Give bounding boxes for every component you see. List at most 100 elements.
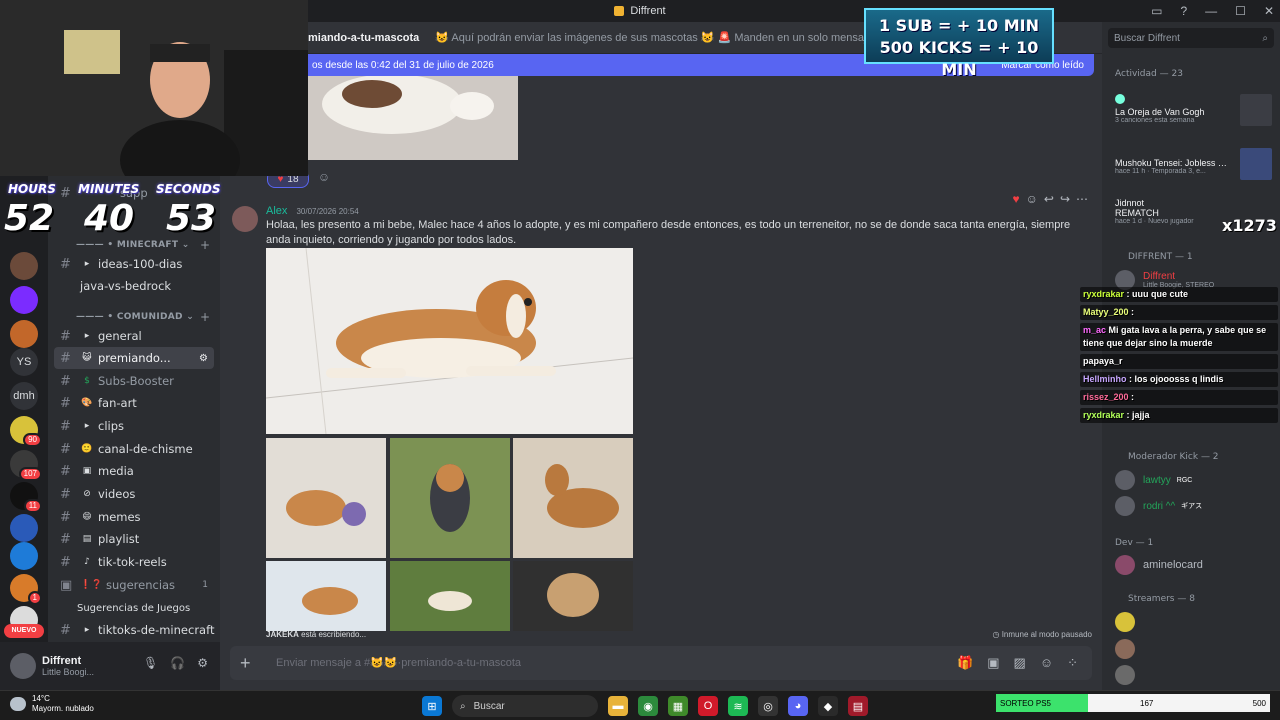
- attachment-image[interactable]: [513, 438, 633, 558]
- server-icon[interactable]: 1: [10, 574, 42, 605]
- apps-icon[interactable]: ⁘: [1067, 655, 1078, 671]
- channel-premiando-a-tu-mascota[interactable]: # 😺 premiando... ⚙: [54, 347, 214, 369]
- server-icon[interactable]: 90: [10, 416, 42, 447]
- avatar[interactable]: [10, 653, 36, 679]
- member-streamer[interactable]: [1115, 639, 1275, 659]
- avatar[interactable]: [232, 206, 258, 232]
- help-icon[interactable]: ?: [1180, 4, 1187, 18]
- server-icon[interactable]: [10, 514, 38, 542]
- webcam-feed: [0, 0, 308, 176]
- app-icon[interactable]: ◆: [818, 696, 838, 716]
- activity-card[interactable]: Mushoku Tensei: Jobless R... hace 11 h ·…: [1108, 146, 1274, 186]
- attachment-image[interactable]: [390, 438, 510, 558]
- add-channel-icon[interactable]: +: [200, 310, 210, 324]
- search-input[interactable]: Buscar Diffrent ⌕: [1108, 28, 1274, 48]
- channel-java-vs-bedrock[interactable]: #java-vs-bedrock: [48, 275, 220, 297]
- dog-photo: [266, 561, 386, 631]
- attach-button[interactable]: +: [240, 653, 264, 674]
- member-rodri[interactable]: rodri ^^ ギアス: [1115, 496, 1275, 516]
- category-comunidad[interactable]: ——— • COMUNIDAD ⌄ +: [60, 310, 210, 324]
- spotify-icon[interactable]: ≋: [728, 696, 748, 716]
- channel-label: Subs-Booster: [98, 374, 174, 388]
- gear-icon[interactable]: ⚙: [197, 656, 208, 670]
- member-tag: RGC: [1176, 476, 1193, 484]
- reaction-icon[interactable]: ♥: [1012, 192, 1019, 206]
- server-icon[interactable]: 107: [10, 450, 42, 481]
- channel-canal-de-chisme[interactable]: # 🙂 canal-de-chisme: [48, 438, 220, 460]
- attachment-image[interactable]: [513, 561, 633, 631]
- settings-icon[interactable]: ⚙: [199, 353, 208, 364]
- server-icon[interactable]: [10, 542, 38, 570]
- timer-label-seconds: SECONDS: [156, 182, 221, 196]
- channel-clips[interactable]: # ▸ clips: [48, 415, 220, 437]
- attachment-image[interactable]: [266, 438, 386, 558]
- avatar: [1115, 612, 1135, 632]
- attachment-image[interactable]: [390, 561, 510, 631]
- new-messages-text: os desde las 0:42 del 31 de julio de 202…: [312, 59, 494, 71]
- dog-photo: [302, 76, 518, 160]
- activity-card[interactable]: La Oreja de Van Gogh 3 canciones esta se…: [1108, 92, 1274, 132]
- timer-label-minutes: MINUTES: [78, 182, 140, 196]
- maximize-button[interactable]: ☐: [1235, 4, 1246, 18]
- message-timestamp: 30/07/2026 20:54: [296, 207, 359, 216]
- forward-icon[interactable]: ↪: [1060, 192, 1070, 206]
- chrome-icon[interactable]: ◉: [638, 696, 658, 716]
- add-channel-icon[interactable]: +: [200, 238, 210, 252]
- channel-fan-art[interactable]: # 🎨 fan-art: [48, 392, 220, 414]
- category-minecraft[interactable]: ——— • MINECRAFT ⌄ +: [60, 238, 210, 252]
- channel-sugerencias[interactable]: ▣ ❗❓ sugerencias 1: [48, 574, 220, 596]
- app-icon[interactable]: ▤: [848, 696, 868, 716]
- server-icon[interactable]: [10, 252, 38, 280]
- server-icon[interactable]: 11: [10, 482, 42, 513]
- inbox-icon[interactable]: ▭: [1151, 4, 1162, 18]
- channel-videos[interactable]: # ⊘ videos: [48, 483, 220, 505]
- gift-icon[interactable]: 🎁: [957, 655, 973, 671]
- message-input[interactable]: [276, 657, 958, 669]
- emoji-icon[interactable]: ☺: [1040, 655, 1053, 671]
- file-explorer-icon[interactable]: ▬: [608, 696, 628, 716]
- server-dmh[interactable]: dmh: [10, 382, 38, 410]
- add-reaction-icon[interactable]: ☺: [316, 170, 332, 186]
- channel-memes[interactable]: # 😄 memes: [48, 506, 220, 528]
- reply-icon[interactable]: ↩: [1044, 192, 1054, 206]
- channel-ideas-100-dias[interactable]: # ▸ ideas-100-dias: [48, 253, 220, 275]
- member-streamer[interactable]: [1115, 612, 1275, 632]
- microphone-icon[interactable]: 🎙: [143, 656, 158, 670]
- member-aminelocard[interactable]: aminelocard: [1115, 555, 1275, 575]
- thread-sugerencias-de-juegos[interactable]: Sugerencias de Juegos: [48, 597, 220, 619]
- gif-icon[interactable]: ▣: [987, 655, 999, 671]
- message-author[interactable]: Alex: [266, 205, 287, 217]
- minimize-button[interactable]: —: [1205, 4, 1217, 18]
- discord-icon[interactable]: ◕: [788, 696, 808, 716]
- server-icon[interactable]: [10, 286, 38, 314]
- channel-media[interactable]: # ▣ media: [48, 460, 220, 482]
- attachment-image[interactable]: [302, 76, 518, 160]
- forum-icon: ▣: [60, 577, 73, 593]
- server-icon[interactable]: [10, 320, 38, 348]
- weather-widget[interactable]: 14°C Mayorm. nublado: [10, 694, 94, 714]
- chat-line: m_ac Mi gata lava a la perra, y sabe que…: [1080, 323, 1278, 351]
- chat-line: rissez_200 :: [1080, 390, 1278, 405]
- attachment-image[interactable]: [266, 561, 386, 631]
- member-streamer[interactable]: [1115, 665, 1275, 685]
- server-ys[interactable]: YS: [10, 348, 38, 376]
- attachment-image[interactable]: [266, 248, 633, 434]
- channel-subs-booster[interactable]: # $ Subs-Booster: [48, 370, 220, 392]
- close-button[interactable]: ✕: [1264, 4, 1274, 18]
- channel-playlist[interactable]: # ▤ playlist: [48, 528, 220, 550]
- channel-general[interactable]: # ▸ general: [48, 325, 220, 347]
- taskbar-search[interactable]: ⌕ Buscar: [452, 695, 598, 717]
- obs-icon[interactable]: ◎: [758, 696, 778, 716]
- minecraft-icon[interactable]: ▦: [668, 696, 688, 716]
- channel-tik-tok-reels[interactable]: # ♪ tik-tok-reels: [48, 551, 220, 573]
- more-icon[interactable]: ⋯: [1076, 192, 1088, 206]
- goal-current: 167: [1140, 698, 1154, 708]
- start-icon[interactable]: ⊞: [422, 696, 442, 716]
- emoji-icon[interactable]: ☺: [1026, 192, 1038, 206]
- opera-icon[interactable]: O: [698, 696, 718, 716]
- channel-name: miando-a-tu-mascota: [308, 31, 420, 44]
- sticker-icon[interactable]: ▨: [1014, 655, 1026, 671]
- headphones-icon[interactable]: 🎧: [170, 656, 185, 670]
- member-lawtyy[interactable]: lawtyy RGC: [1115, 470, 1275, 490]
- channel-tiktoks-de-minecraft[interactable]: # ▸ tiktoks-de-minecraft: [48, 619, 220, 641]
